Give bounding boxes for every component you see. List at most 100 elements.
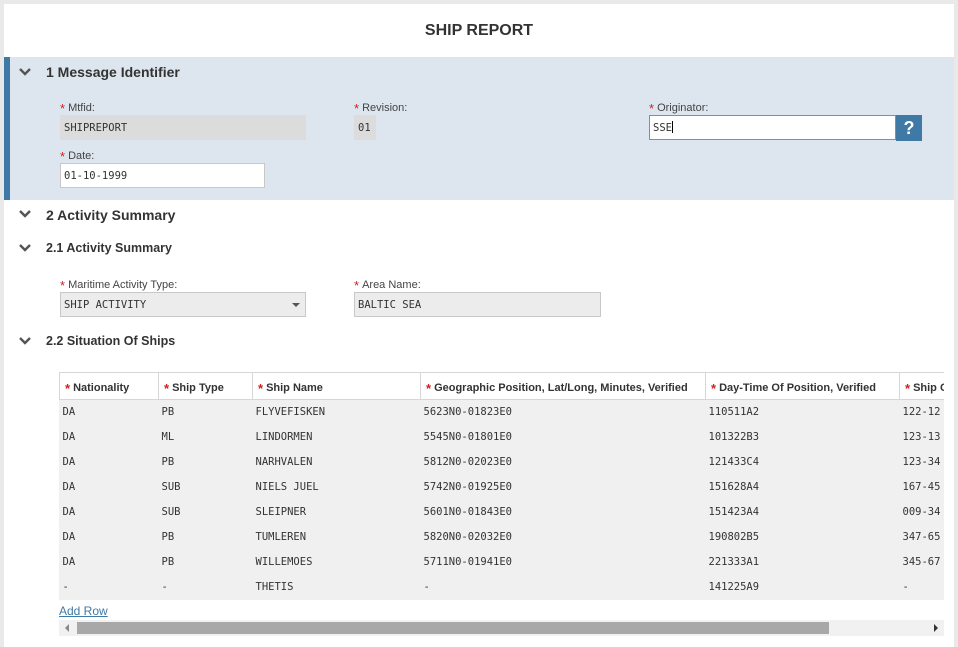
- cell-geographic-position[interactable]: -: [421, 575, 706, 600]
- table-row[interactable]: DA ML LINDORMEN 5545N0-01801E0 101322B3 123-1…: [60, 425, 945, 450]
- required-marker: *: [354, 101, 360, 116]
- date-label: * Date:: [60, 149, 95, 164]
- required-marker: *: [60, 278, 66, 293]
- cell-day-time-of-position[interactable]: 190802B5: [706, 525, 900, 550]
- required-marker: *: [60, 149, 66, 164]
- cell-ship-name[interactable]: LINDORMEN: [253, 425, 421, 450]
- scrollbar-thumb[interactable]: [77, 622, 829, 634]
- date-input[interactable]: 01-10-1999: [60, 163, 265, 188]
- cell-nationality[interactable]: DA: [60, 500, 159, 525]
- cell-nationality[interactable]: DA: [60, 475, 159, 500]
- cell-day-time-of-position[interactable]: 101322B3: [706, 425, 900, 450]
- cell-ship-course-speed[interactable]: 009-34: [900, 500, 945, 525]
- cell-day-time-of-position[interactable]: 110511A2: [706, 400, 900, 425]
- table-row[interactable]: DA PB WILLEMOES 5711N0-01941E0 221333A1 345-6…: [60, 550, 945, 575]
- arrow-right-icon[interactable]: [934, 624, 938, 632]
- chevron-down-icon[interactable]: [18, 207, 32, 221]
- cell-geographic-position[interactable]: 5742N0-01925E0: [421, 475, 706, 500]
- mtfid-label: * Mtfid:: [60, 101, 95, 116]
- area-name-input[interactable]: BALTIC SEA: [354, 292, 601, 317]
- column-header-ship-type: * Ship Type: [158, 372, 253, 400]
- cell-nationality[interactable]: -: [60, 575, 159, 600]
- cell-day-time-of-position[interactable]: 121433C4: [706, 450, 900, 475]
- subsection-title: 2.2 Situation Of Ships: [46, 334, 176, 348]
- maritime-activity-type-select[interactable]: SHIP ACTIVITY: [60, 292, 306, 317]
- cell-geographic-position[interactable]: 5623N0-01823E0: [421, 400, 706, 425]
- cell-day-time-of-position[interactable]: 221333A1: [706, 550, 900, 575]
- table-row[interactable]: DA SUB NIELS JUEL 5742N0-01925E0 151628A4 167…: [60, 475, 945, 500]
- cell-day-time-of-position[interactable]: 151423A4: [706, 500, 900, 525]
- cell-ship-type[interactable]: SUB: [159, 500, 253, 525]
- cell-ship-name[interactable]: SLEIPNER: [253, 500, 421, 525]
- cell-ship-course-speed[interactable]: 345-67: [900, 550, 945, 575]
- required-marker: *: [711, 380, 717, 396]
- subsection-title: 2.1 Activity Summary: [46, 241, 172, 255]
- arrow-left-icon[interactable]: [65, 624, 69, 632]
- column-header-day-time-of-position: * Day-Time Of Position, Verified: [705, 372, 900, 400]
- cell-geographic-position[interactable]: 5812N0-02023E0: [421, 450, 706, 475]
- cell-day-time-of-position[interactable]: 141225A9: [706, 575, 900, 600]
- cell-ship-course-speed[interactable]: 347-65: [900, 525, 945, 550]
- column-header-ship-course-speed: *Ship Course, Speed: [899, 372, 944, 400]
- cell-ship-type[interactable]: ML: [159, 425, 253, 450]
- section-title: 2 Activity Summary: [46, 207, 176, 223]
- revision-label: * Revision:: [354, 101, 408, 116]
- cell-geographic-position[interactable]: 5601N0-01843E0: [421, 500, 706, 525]
- maritime-activity-type-label: * Maritime Activity Type:: [60, 278, 178, 293]
- area-name-label: * Area Name:: [354, 278, 421, 293]
- table-row[interactable]: DA PB TUMLEREN 5820N0-02032E0 190802B5 347-65: [60, 525, 945, 550]
- required-marker: *: [60, 101, 66, 116]
- cell-ship-course-speed[interactable]: 123-34: [900, 450, 945, 475]
- table-row[interactable]: - - THETIS -141225A9-: [60, 575, 945, 600]
- originator-help-button[interactable]: ?: [896, 115, 922, 141]
- cell-nationality[interactable]: DA: [60, 400, 159, 425]
- cell-day-time-of-position[interactable]: 151628A4: [706, 475, 900, 500]
- section-title: 1 Message Identifier: [46, 64, 180, 80]
- cell-ship-type[interactable]: PB: [159, 550, 253, 575]
- mtfid-field: SHIPREPORT: [60, 115, 306, 140]
- cell-ship-type[interactable]: PB: [159, 450, 253, 475]
- chevron-down-icon[interactable]: [18, 65, 32, 79]
- cell-ship-course-speed[interactable]: -: [900, 575, 945, 600]
- table-row[interactable]: DA PB FLYVEFISKEN 5623N0-01823E0 110511A2 122…: [60, 400, 945, 425]
- cell-ship-name[interactable]: FLYVEFISKEN: [253, 400, 421, 425]
- required-marker: *: [426, 380, 432, 396]
- cell-ship-type[interactable]: SUB: [159, 475, 253, 500]
- table-row[interactable]: DA SUB SLEIPNER 5601N0-01843E0 151423A4 009-3…: [60, 500, 945, 525]
- cell-ship-name[interactable]: TUMLEREN: [253, 525, 421, 550]
- column-header-ship-name: * Ship Name: [252, 372, 421, 400]
- caret-down-icon: [292, 303, 300, 307]
- required-marker: *: [649, 101, 655, 116]
- column-header-nationality: * Nationality: [59, 372, 159, 400]
- required-marker: *: [65, 380, 71, 396]
- cell-ship-name[interactable]: WILLEMOES: [253, 550, 421, 575]
- cell-ship-course-speed[interactable]: 122-12: [900, 400, 945, 425]
- chevron-down-icon[interactable]: [18, 241, 32, 255]
- cell-nationality[interactable]: DA: [60, 550, 159, 575]
- originator-input[interactable]: SSE: [649, 115, 896, 140]
- cell-ship-name[interactable]: THETIS: [253, 575, 421, 600]
- cell-geographic-position[interactable]: 5711N0-01941E0: [421, 550, 706, 575]
- cell-nationality[interactable]: DA: [60, 450, 159, 475]
- cell-ship-name[interactable]: NARHVALEN: [253, 450, 421, 475]
- cell-ship-type[interactable]: PB: [159, 400, 253, 425]
- cell-ship-course-speed[interactable]: 167-45: [900, 475, 945, 500]
- column-header-geographic-position: * Geographic Position, Lat/Long, Minutes,…: [420, 372, 706, 400]
- cell-geographic-position[interactable]: 5820N0-02032E0: [421, 525, 706, 550]
- cell-nationality[interactable]: DA: [60, 525, 159, 550]
- cell-nationality[interactable]: DA: [60, 425, 159, 450]
- chevron-down-icon[interactable]: [18, 334, 32, 348]
- cell-ship-course-speed[interactable]: 123-13: [900, 425, 945, 450]
- cell-ship-name[interactable]: NIELS JUEL: [253, 475, 421, 500]
- cell-ship-type[interactable]: -: [159, 575, 253, 600]
- ships-table: * Nationality * Ship Type * Ship Name * Geograp…: [59, 372, 944, 600]
- table-row[interactable]: DA PB NARHVALEN 5812N0-02023E0 121433C4 123-3…: [60, 450, 945, 475]
- cell-ship-type[interactable]: PB: [159, 525, 253, 550]
- required-marker: *: [258, 380, 264, 396]
- cell-geographic-position[interactable]: 5545N0-01801E0: [421, 425, 706, 450]
- section-message-identifier: 1 Message Identifier * Mtfid: SHIPREPORT …: [4, 57, 954, 200]
- required-marker: *: [905, 380, 911, 396]
- required-marker: *: [354, 278, 360, 293]
- horizontal-scrollbar[interactable]: [59, 620, 944, 636]
- add-row-link[interactable]: Add Row: [59, 604, 108, 618]
